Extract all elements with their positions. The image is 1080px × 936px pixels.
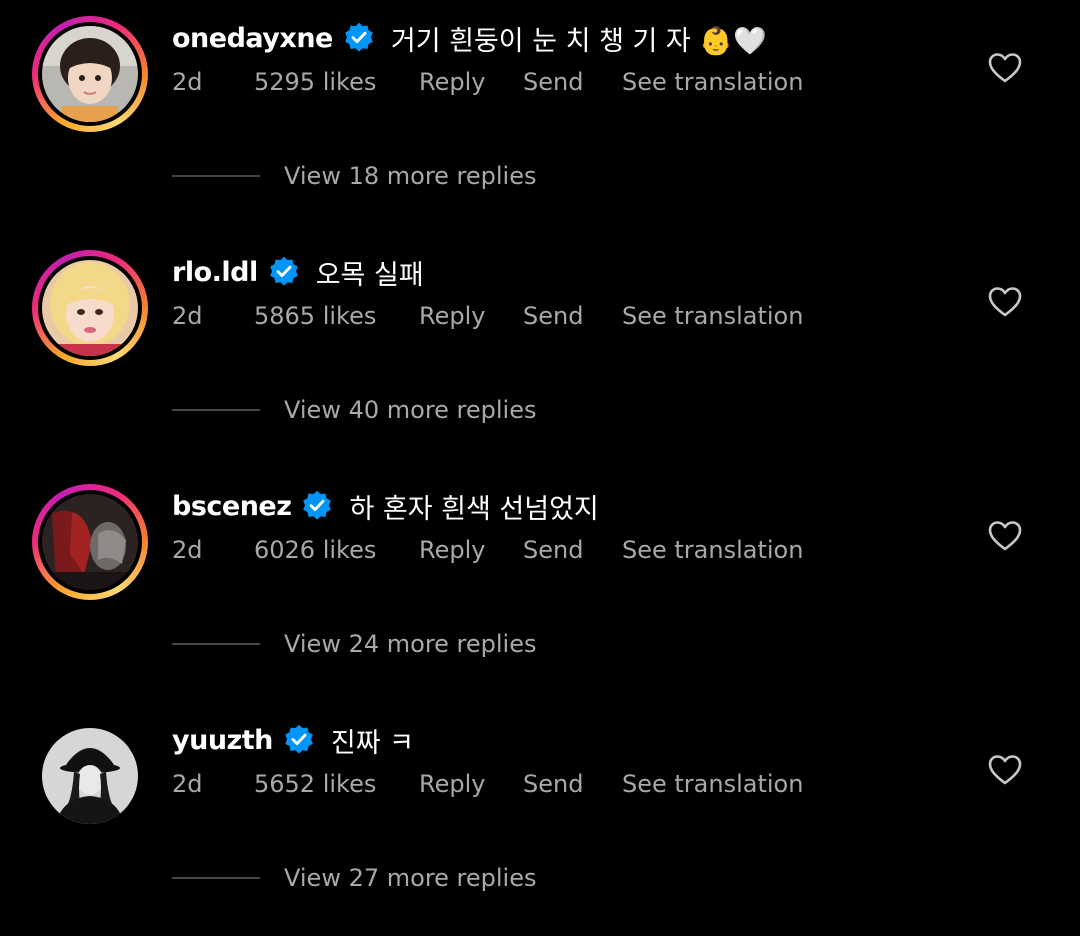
send-button[interactable]: Send xyxy=(523,68,583,96)
send-button[interactable]: Send xyxy=(523,770,583,798)
username[interactable]: bscenez xyxy=(172,491,292,522)
avatar-story-ring[interactable] xyxy=(32,16,148,132)
comment-item: rlo.ldl 오목 실패 2d 5865 likes Reply Send S… xyxy=(0,234,1080,468)
avatar xyxy=(42,260,138,356)
likes-count[interactable]: 6026 likes xyxy=(254,536,376,564)
avatar-image xyxy=(42,494,138,590)
username[interactable]: rlo.ldl xyxy=(172,257,258,288)
reply-button[interactable]: Reply xyxy=(419,536,485,564)
avatar-container[interactable] xyxy=(32,718,148,834)
view-replies-button[interactable]: View 18 more replies xyxy=(172,156,537,196)
avatar-image xyxy=(42,728,138,824)
comment-text: 진짜 ㅋ xyxy=(330,727,414,759)
reply-button[interactable]: Reply xyxy=(419,770,485,798)
comment-text: 거기 흰둥이 눈 치 챙 기 자 👶🤍 xyxy=(390,25,767,57)
comment-time: 2d xyxy=(172,536,203,564)
avatar xyxy=(42,26,138,122)
comment-time: 2d xyxy=(172,770,203,798)
heart-outline-icon[interactable] xyxy=(988,52,1022,84)
comment-item: onedayxne 거기 흰둥이 눈 치 챙 기 자 👶🤍 2d 5295 li… xyxy=(0,0,1080,234)
verified-badge-icon xyxy=(345,22,373,52)
likes-count[interactable]: 5295 likes xyxy=(254,68,376,96)
heart-outline-icon[interactable] xyxy=(988,754,1022,786)
reply-button[interactable]: Reply xyxy=(419,302,485,330)
view-replies-label: View 18 more replies xyxy=(284,162,537,190)
replies-divider xyxy=(172,877,260,879)
view-replies-button[interactable]: View 27 more replies xyxy=(172,858,537,898)
username[interactable]: onedayxne xyxy=(172,23,333,54)
see-translation-button[interactable]: See translation xyxy=(622,68,803,96)
comment-header: yuuzth 진짜 ㅋ xyxy=(172,718,414,762)
comment-header: onedayxne 거기 흰둥이 눈 치 챙 기 자 👶🤍 xyxy=(172,16,767,60)
view-replies-button[interactable]: View 40 more replies xyxy=(172,390,537,430)
view-replies-label: View 40 more replies xyxy=(284,396,537,424)
see-translation-button[interactable]: See translation xyxy=(622,536,803,564)
view-replies-label: View 24 more replies xyxy=(284,630,537,658)
avatar-image xyxy=(42,26,138,122)
see-translation-button[interactable]: See translation xyxy=(622,770,803,798)
avatar xyxy=(42,728,138,824)
reply-button[interactable]: Reply xyxy=(419,68,485,96)
comment-text: 오목 실패 xyxy=(315,259,424,291)
view-replies-button[interactable]: View 24 more replies xyxy=(172,624,537,664)
replies-divider xyxy=(172,643,260,645)
replies-divider xyxy=(172,175,260,177)
comment-header: rlo.ldl 오목 실패 xyxy=(172,250,424,294)
see-translation-button[interactable]: See translation xyxy=(622,302,803,330)
avatar-story-ring[interactable] xyxy=(32,484,148,600)
heart-outline-icon[interactable] xyxy=(988,286,1022,318)
avatar-image xyxy=(42,260,138,356)
username[interactable]: yuuzth xyxy=(172,725,273,756)
view-replies-label: View 27 more replies xyxy=(284,864,537,892)
comment-item: bscenez 하 혼자 흰색 선넘었지 2d 6026 likes Reply… xyxy=(0,468,1080,702)
likes-count[interactable]: 5652 likes xyxy=(254,770,376,798)
comment-time: 2d xyxy=(172,68,203,96)
verified-badge-icon xyxy=(303,490,332,520)
heart-outline-icon[interactable] xyxy=(988,520,1022,552)
comment-time: 2d xyxy=(172,302,203,330)
comment-item: yuuzth 진짜 ㅋ 2d 5652 likes Reply Send See… xyxy=(0,702,1080,936)
avatar xyxy=(42,494,138,590)
send-button[interactable]: Send xyxy=(523,536,583,564)
comment-text: 하 혼자 흰색 선넘었지 xyxy=(349,493,599,525)
comment-header: bscenez 하 혼자 흰색 선넘었지 xyxy=(172,484,599,528)
replies-divider xyxy=(172,409,260,411)
likes-count[interactable]: 5865 likes xyxy=(254,302,376,330)
verified-badge-icon xyxy=(269,256,298,286)
send-button[interactable]: Send xyxy=(523,302,583,330)
avatar-story-ring[interactable] xyxy=(32,250,148,366)
verified-badge-icon xyxy=(285,724,313,754)
